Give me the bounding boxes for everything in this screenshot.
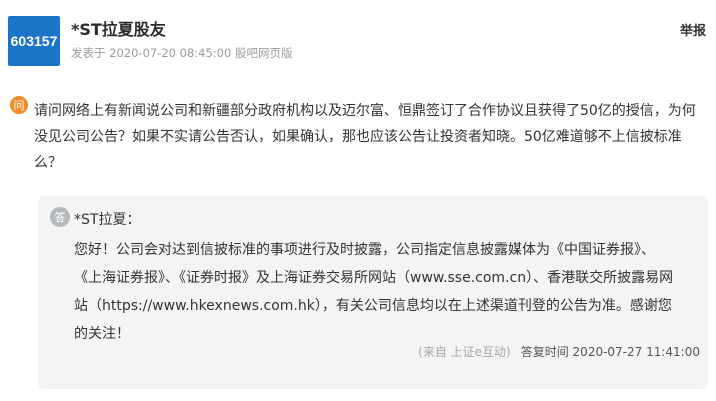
answerer-name: *ST拉夏： xyxy=(74,212,141,228)
question-text: 请问网络上有新闻说公司和新疆部分政府机构以及迈尔富、恒鼎签订了合作协议且获得了5… xyxy=(34,103,696,171)
answer-source: (来自 上证e互动) xyxy=(418,345,511,359)
avatar[interactable]: 603157 xyxy=(8,16,60,66)
user-name[interactable]: *ST拉夏股友 xyxy=(71,16,166,40)
answer-footer: (来自 上证e互动) 答复时间 2020-07-27 11:41:00 xyxy=(418,343,700,360)
post-meta: 发表于 2020-07-20 08:45:00 股吧网页版 xyxy=(71,46,293,60)
answer-text: 您好！公司会对达到信披标准的事项进行及时披露，公司指定信息披露媒体为《中国证券报… xyxy=(74,242,674,342)
answer-icon: 答 xyxy=(50,207,70,227)
answer-time: 答复时间 2020-07-27 11:41:00 xyxy=(520,345,700,359)
question-icon: 问 xyxy=(10,96,28,114)
report-link[interactable]: 举报 xyxy=(680,20,706,39)
